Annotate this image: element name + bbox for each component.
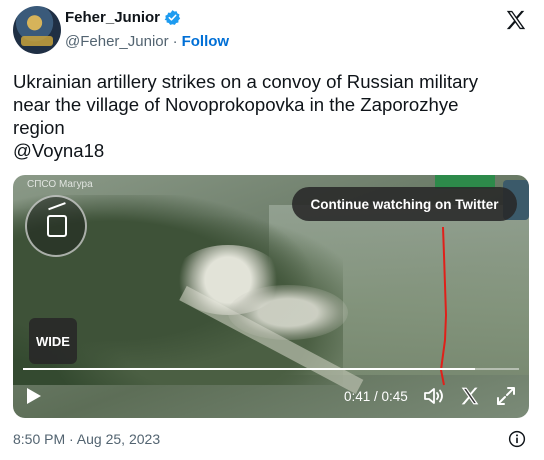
video-progress-fill <box>23 368 475 370</box>
avatar[interactable] <box>13 6 61 54</box>
tweet-text-line: region <box>13 117 65 138</box>
tweet-text-line: Ukrainian artillery strikes on a convoy … <box>13 71 479 92</box>
video-controls: 0:41 / 0:45 <box>13 375 529 418</box>
play-icon[interactable] <box>26 387 42 405</box>
video-player[interactable]: СПСО Магура WIDE Continue watching on Tw… <box>13 175 529 418</box>
author-handle[interactable]: @Feher_Junior <box>65 33 169 50</box>
video-progress-bar[interactable] <box>23 368 519 370</box>
verified-badge-icon <box>164 10 181 25</box>
video-watermark: СПСО Магура <box>27 179 93 190</box>
tweet-text: Ukrainian artillery strikes on a convoy … <box>13 70 528 162</box>
tweet-text-line: near the village of Novoprokopovka in th… <box>13 94 459 115</box>
info-icon[interactable] <box>508 430 526 448</box>
mention-link[interactable]: @Voyna18 <box>13 139 528 162</box>
video-time: 0:41 / 0:45 <box>344 389 408 404</box>
x-logo-icon[interactable] <box>505 9 527 31</box>
author-handle-row: @Feher_Junior · Follow <box>65 33 229 50</box>
separator-dot: · <box>172 33 178 50</box>
tweet-timestamp[interactable]: 8:50 PM · Aug 25, 2023 <box>13 431 160 447</box>
author-name-row: Feher_Junior <box>65 9 181 26</box>
unit-emblem-icon <box>25 195 87 257</box>
volume-icon[interactable] <box>423 386 445 406</box>
continue-watching-button[interactable]: Continue watching on Twitter <box>292 187 517 221</box>
video-frame-smoke <box>228 285 348 340</box>
fullscreen-icon[interactable] <box>496 386 516 406</box>
follow-button[interactable]: Follow <box>182 33 230 50</box>
wide-badge: WIDE <box>29 318 77 364</box>
author-display-name[interactable]: Feher_Junior <box>65 9 160 26</box>
x-close-icon[interactable] <box>460 386 480 406</box>
tweet-card: Feher_Junior @Feher_Junior · Follow Ukra… <box>0 0 544 460</box>
